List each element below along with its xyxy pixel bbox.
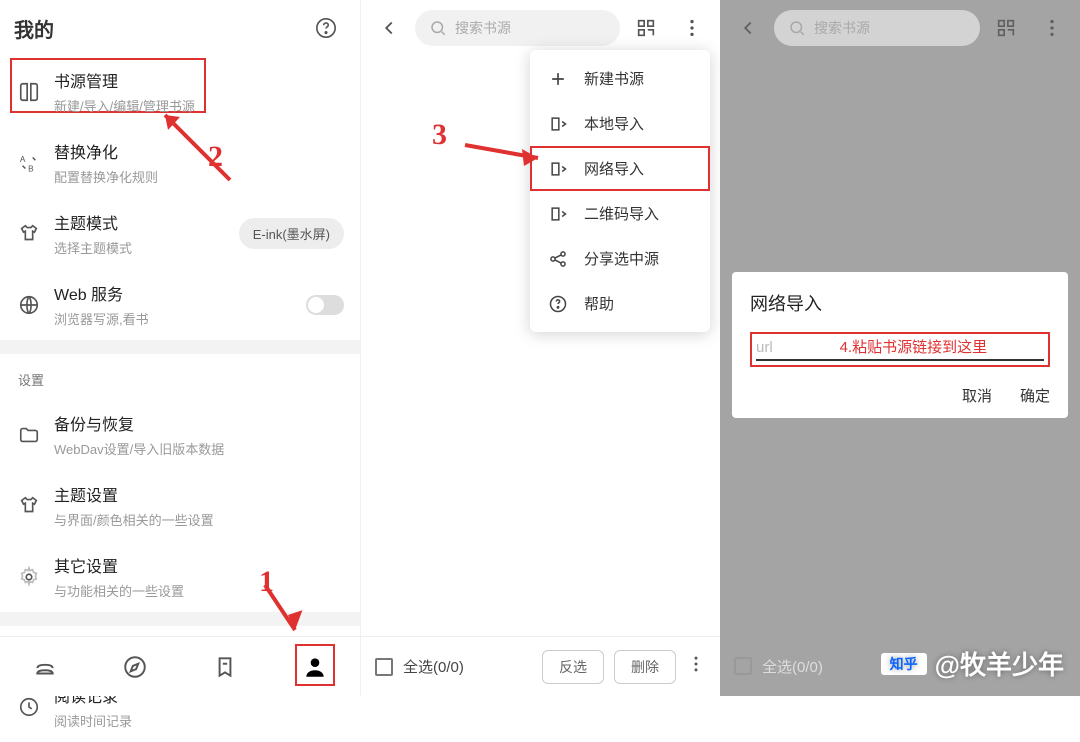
ok-button[interactable]: 确定 (1020, 385, 1050, 406)
panel-my: 我的 书源管理 新建/导入/编辑/管理书源 AB 替换净化 配置替换净化规则 主… (0, 0, 361, 696)
menu-help[interactable]: 帮助 (530, 281, 710, 326)
nav-explore-icon[interactable] (90, 637, 180, 696)
row-title: 备份与恢复 (54, 411, 342, 435)
menu-qr-import[interactable]: 二维码导入 (530, 191, 710, 236)
row-sub: 浏览器写源,看书 (54, 309, 342, 328)
row-title: Web 服务 (54, 281, 342, 305)
input-placeholder: url (756, 339, 773, 356)
globe-icon (18, 294, 46, 316)
selection-toolbar: 全选(0/0) 反选 删除 (361, 636, 720, 696)
replace-icon: AB (18, 152, 46, 174)
menu-label: 二维码导入 (584, 203, 659, 224)
delete-button[interactable]: 删除 (614, 650, 676, 684)
row-title: 主题设置 (54, 482, 342, 506)
row-sub: 配置替换净化规则 (54, 167, 342, 186)
header-bar: 我的 (0, 0, 360, 56)
topbar: 搜索书源 (720, 0, 1080, 56)
cancel-button[interactable]: 取消 (962, 385, 992, 406)
select-all-label: 全选(0/0) (403, 656, 532, 677)
row-sub: 新建/导入/编辑/管理书源 (54, 96, 342, 115)
web-service-toggle[interactable] (306, 295, 344, 315)
select-all-checkbox[interactable] (375, 658, 393, 676)
row-theme-settings[interactable]: 主题设置与界面/颜色相关的一些设置 (0, 470, 360, 541)
nav-profile-icon[interactable] (270, 637, 360, 696)
back-icon[interactable] (728, 8, 768, 48)
more-icon[interactable] (672, 8, 712, 48)
search-icon (788, 19, 806, 37)
menu-label: 网络导入 (584, 158, 644, 179)
menu-local-import[interactable]: 本地导入 (530, 101, 710, 146)
shirt-icon (18, 495, 46, 517)
menu-label: 分享选中源 (584, 248, 659, 269)
section-settings-label: 设置 (0, 354, 360, 399)
menu-network-import[interactable]: 网络导入 (530, 146, 710, 191)
menu-new-source[interactable]: 新建书源 (530, 56, 710, 101)
row-theme-mode[interactable]: 主题模式 选择主题模式 E-ink(墨水屏) (0, 198, 360, 269)
menu-label: 新建书源 (584, 68, 644, 89)
page-title: 我的 (14, 14, 306, 43)
theme-pill[interactable]: E-ink(墨水屏) (239, 218, 344, 249)
qr-icon[interactable] (986, 8, 1026, 48)
invert-button[interactable]: 反选 (542, 650, 604, 684)
row-sub: 与功能相关的一些设置 (54, 581, 342, 600)
help-icon[interactable] (306, 8, 346, 48)
svg-text:A: A (20, 155, 26, 164)
search-placeholder: 搜索书源 (455, 18, 511, 38)
row-title: 其它设置 (54, 553, 342, 577)
row-title: 书源管理 (54, 68, 342, 92)
select-all-checkbox[interactable] (734, 657, 752, 675)
more-icon[interactable] (1032, 8, 1072, 48)
row-sub: WebDav设置/导入旧版本数据 (54, 439, 342, 458)
divider (0, 340, 360, 354)
menu-label: 本地导入 (584, 113, 644, 134)
panel-book-sources: 搜索书源 新建书源 本地导入 网络导入 二维码导入 分享选中源 帮助 全选(0/… (361, 0, 720, 696)
nav-bookshelf-icon[interactable] (0, 637, 90, 696)
menu-share-selected[interactable]: 分享选中源 (530, 236, 710, 281)
dialog-title: 网络导入 (750, 290, 1050, 316)
clock-icon (18, 696, 46, 718)
url-input[interactable]: url 4.粘贴书源链接到这里 (756, 336, 1044, 361)
row-sub: 与界面/颜色相关的一些设置 (54, 510, 342, 529)
book-icon (18, 81, 46, 103)
row-web-service[interactable]: Web 服务 浏览器写源,看书 (0, 269, 360, 340)
annotation-hint: 4.粘贴书源链接到这里 (840, 336, 988, 357)
search-placeholder: 搜索书源 (814, 18, 870, 38)
row-other-settings[interactable]: 其它设置与功能相关的一些设置 (0, 541, 360, 612)
row-title: 替换净化 (54, 139, 342, 163)
search-icon (429, 19, 447, 37)
panel-dialog-screen: 搜索书源 网络导入 url 4.粘贴书源链接到这里 取消 确定 全选(0/0) (720, 0, 1080, 696)
shirt-icon (18, 223, 46, 245)
search-input[interactable]: 搜索书源 (774, 10, 980, 46)
select-all-label: 全选(0/0) (762, 656, 823, 677)
bottom-nav (0, 636, 360, 696)
svg-text:B: B (28, 164, 34, 173)
watermark-text: @牧羊少年 (935, 645, 1064, 682)
menu-label: 帮助 (584, 293, 614, 314)
watermark: 知乎 @牧羊少年 (881, 645, 1064, 682)
topbar: 搜索书源 (361, 0, 720, 56)
nav-bookmark-icon[interactable] (180, 637, 270, 696)
qr-icon[interactable] (626, 8, 666, 48)
back-icon[interactable] (369, 8, 409, 48)
overflow-menu: 新建书源 本地导入 网络导入 二维码导入 分享选中源 帮助 (530, 50, 710, 332)
highlight-box-input: url 4.粘贴书源链接到这里 (750, 332, 1050, 367)
gear-icon (18, 566, 46, 588)
divider (0, 612, 360, 626)
row-source-manage[interactable]: 书源管理 新建/导入/编辑/管理书源 (0, 56, 360, 127)
row-sub: 阅读时间记录 (54, 711, 342, 730)
zhihu-logo-icon: 知乎 (881, 653, 927, 675)
folder-icon (18, 424, 46, 446)
toolbar-more-icon[interactable] (686, 654, 706, 679)
row-backup-restore[interactable]: 备份与恢复 WebDav设置/导入旧版本数据 (0, 399, 360, 470)
search-input[interactable]: 搜索书源 (415, 10, 620, 46)
network-import-dialog: 网络导入 url 4.粘贴书源链接到这里 取消 确定 (732, 272, 1068, 418)
row-replace-purify[interactable]: AB 替换净化 配置替换净化规则 (0, 127, 360, 198)
